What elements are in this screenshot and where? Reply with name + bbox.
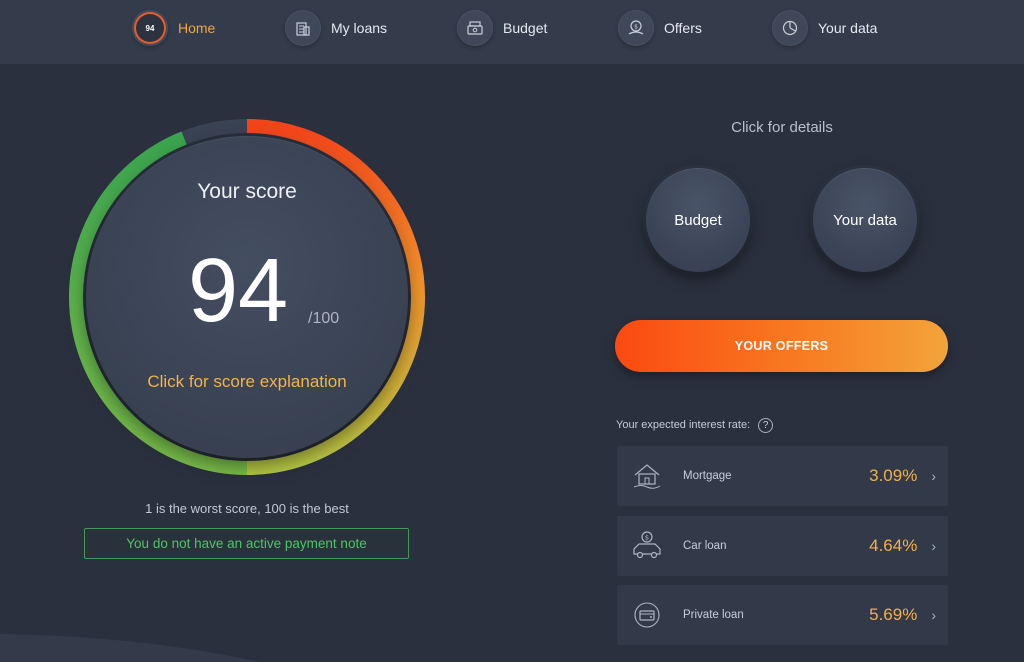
nav-item-your-data[interactable]: Your data bbox=[772, 10, 877, 46]
svg-text:$: $ bbox=[645, 534, 649, 542]
nav-label-offers: Offers bbox=[664, 20, 702, 36]
wallet-icon bbox=[629, 597, 665, 633]
payment-note-status: You do not have an active payment note bbox=[84, 528, 409, 559]
nav-score-badge: 94 bbox=[136, 14, 164, 42]
score-max: /100 bbox=[308, 310, 340, 327]
interest-rate-header: Your expected interest rate: ? bbox=[616, 417, 774, 433]
rate-label-car-loan: Car loan bbox=[683, 540, 727, 552]
nav-item-home[interactable]: 94 Home bbox=[132, 10, 215, 46]
rate-label-private-loan: Private loan bbox=[683, 609, 744, 621]
offers-gift-icon: $ bbox=[618, 10, 654, 46]
nav-item-offers[interactable]: $ Offers bbox=[618, 10, 702, 46]
decorative-bottom-curve bbox=[0, 634, 260, 662]
rate-value-car-loan: 4.64% bbox=[869, 536, 918, 555]
budget-round-button[interactable]: Budget bbox=[646, 168, 750, 272]
score-scale-caption: 1 is the worst score, 100 is the best bbox=[145, 501, 349, 516]
rate-label-mortgage: Mortgage bbox=[683, 470, 732, 482]
chevron-right-icon: › bbox=[931, 538, 936, 554]
your-data-round-button[interactable]: Your data bbox=[813, 168, 917, 272]
help-icon[interactable]: ? bbox=[758, 417, 774, 433]
house-icon bbox=[629, 458, 665, 494]
rate-row-private-loan[interactable]: Private loan 5.69% › bbox=[617, 585, 948, 645]
rate-value-private-loan: 5.69% bbox=[869, 605, 918, 624]
score-widget[interactable]: Your score 94 /100 Click for score expla… bbox=[68, 118, 426, 476]
your-offers-button[interactable]: YOUR OFFERS bbox=[615, 320, 948, 372]
top-navigation: 94 Home My loans Budget $ Offers Your da… bbox=[0, 0, 1024, 64]
loans-building-icon bbox=[285, 10, 321, 46]
nav-label-budget: Budget bbox=[503, 20, 548, 36]
rate-row-car-loan[interactable]: $ Car loan 4.64% › bbox=[617, 516, 948, 576]
score-value: 94 bbox=[188, 241, 289, 341]
car-icon: $ bbox=[629, 528, 665, 564]
svg-text:$: $ bbox=[634, 24, 638, 31]
rate-value-mortgage: 3.09% bbox=[869, 466, 918, 485]
nav-label-your-data: Your data bbox=[818, 20, 878, 36]
score-explanation-link[interactable]: Click for score explanation bbox=[147, 365, 347, 398]
score-badge-icon: 94 bbox=[132, 10, 168, 46]
interest-rate-header-label: Your expected interest rate: bbox=[616, 419, 751, 431]
nav-label-my-loans: My loans bbox=[331, 20, 388, 36]
rate-row-mortgage[interactable]: Mortgage 3.09% › bbox=[617, 446, 948, 506]
data-chart-icon bbox=[772, 10, 808, 46]
score-title: Your score bbox=[197, 180, 297, 203]
nav-item-budget[interactable]: Budget bbox=[457, 10, 547, 46]
nav-label-home: Home bbox=[178, 20, 216, 36]
budget-icon bbox=[457, 10, 493, 46]
chevron-right-icon: › bbox=[931, 607, 936, 623]
chevron-right-icon: › bbox=[931, 468, 936, 484]
details-title: Click for details bbox=[731, 119, 833, 136]
nav-item-my-loans[interactable]: My loans bbox=[285, 10, 387, 46]
